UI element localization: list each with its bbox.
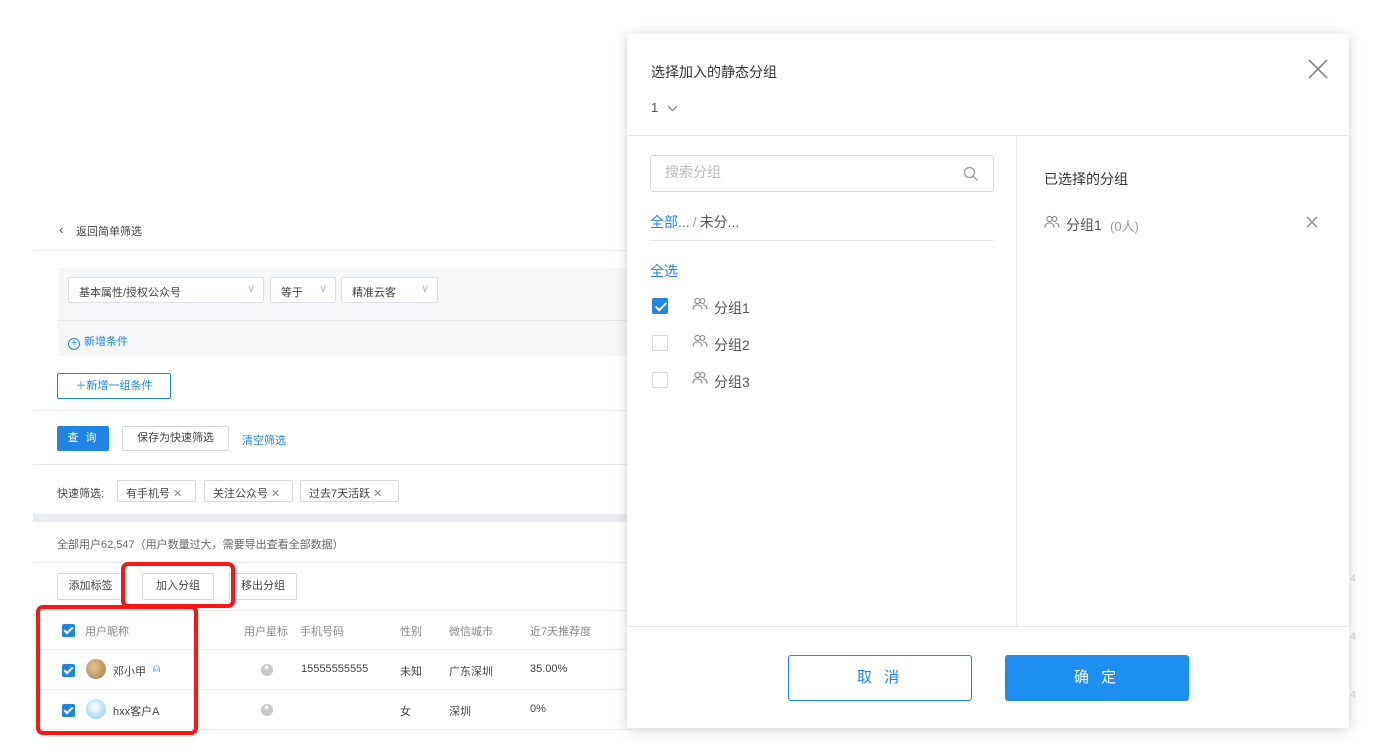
user-recommend: 35.00% [530,663,568,675]
edge-fragment: 4 [1350,573,1357,585]
divider [627,626,1349,627]
clear-filter-link[interactable]: 清空筛选 [242,432,286,448]
edge-fragment: 4 [1350,631,1357,643]
field-select[interactable]: 基本属性/授权公众号 ∨ [68,277,264,303]
group-icon [692,371,708,388]
add-condition-link[interactable]: + 新增条件 [68,333,128,350]
confirm-button[interactable]: 确 定 [1005,655,1189,701]
user-recommend: 0% [530,703,546,715]
add-condition-label: 新增条件 [84,336,128,348]
back-to-simple-filter[interactable]: ‹ 返回简单筛选 [33,210,633,251]
group-option[interactable]: 分组2 [650,332,990,356]
quick-tag[interactable]: 过去7天活跃 ✕ [300,480,399,502]
quick-filter-label: 快速筛选: [57,488,105,500]
close-icon[interactable]: ✕ [173,488,182,500]
group-checkbox[interactable] [652,298,668,314]
chevron-down-icon [667,105,678,112]
operator-select[interactable]: 等于 ∨ [270,277,336,303]
operator-select-value: 等于 [281,287,303,299]
modal-subtitle-dropdown[interactable]: 1 [651,100,678,115]
chevron-down-icon: ∨ [318,283,327,295]
breadcrumb-root[interactable]: 全部... [650,214,690,230]
chevron-down-icon: ∨ [420,283,429,295]
user-gender: 女 [400,706,411,718]
user-phone: 15555555555 [301,663,369,675]
close-icon[interactable]: ✕ [373,488,382,500]
section-separator [33,514,633,522]
remove-group-button[interactable]: 移出分组 [229,573,297,600]
condition-group: 基本属性/授权公众号 ∨ 等于 ∨ 精准云客 ∨ + 新增条件 [58,268,633,356]
group-icon [692,334,708,351]
add-condition-group-label: 新增一组条件 [86,380,153,392]
value-select[interactable]: 精准云客 ∨ [341,277,438,303]
save-quick-filter-button[interactable]: 保存为快速筛选 [122,426,229,451]
star-icon[interactable] [261,703,273,716]
group-icon [1044,215,1060,232]
group-checkbox[interactable] [652,335,668,351]
edge-fragment: 4 [1350,689,1357,701]
column-header: 微信城市 [449,626,493,638]
back-label: 返回简单筛选 [76,226,142,238]
total-users-text: 全部用户62,547（用户数量过大，需要导出查看全部数据） [57,539,344,551]
group-name: 分组3 [714,374,750,390]
group-search-input[interactable] [665,164,955,180]
close-icon[interactable]: ✕ [271,488,280,500]
cancel-button[interactable]: 取 消 [788,655,972,701]
value-select-value: 精准云客 [352,287,396,299]
selected-group-count: (0人) [1110,219,1139,234]
divider [33,410,633,411]
search-icon[interactable] [963,166,979,182]
highlight-selected-rows [36,605,198,735]
group-select-modal: 选择加入的静态分组 1 全部.../未分... 全选 分组1 分组2 [627,34,1349,728]
highlight-join-group [121,562,235,608]
group-option[interactable]: 分组1 [650,295,990,319]
group-search-box[interactable] [650,155,994,192]
user-city: 深圳 [449,706,471,718]
modal-subtitle-value: 1 [651,100,659,115]
query-button[interactable]: 查 询 [57,426,109,451]
selected-groups-title: 已选择的分组 [1044,171,1128,187]
column-header: 用户星标 [244,626,288,638]
group-option[interactable]: 分组3 [650,369,990,393]
star-icon[interactable] [261,663,273,676]
quick-tag-label: 有手机号 [126,488,170,500]
add-condition-group-button[interactable]: ＋新增一组条件 [57,373,171,399]
add-tag-button[interactable]: 添加标签 [57,573,124,600]
quick-tag[interactable]: 关注公众号 ✕ [204,480,293,502]
chevron-left-icon: ‹ [59,221,64,237]
column-header: 手机号码 [300,626,344,638]
quick-tag[interactable]: 有手机号 ✕ [117,480,196,502]
divider [33,464,633,465]
divider [58,320,633,321]
user-gender: 未知 [400,666,422,678]
divider [627,135,1349,136]
group-checkbox[interactable] [652,372,668,388]
group-icon [692,297,708,314]
quick-tag-label: 过去7天活跃 [309,488,371,500]
divider [650,240,994,241]
group-name: 分组2 [714,337,750,353]
breadcrumb-current: 未分... [699,214,740,230]
plus-icon: ＋ [75,380,87,392]
column-header: 近7天推荐度 [530,626,592,638]
close-icon[interactable] [1303,213,1321,231]
chevron-down-icon: ∨ [246,283,255,295]
divider [1016,136,1017,626]
user-city: 广东深圳 [449,666,493,678]
close-icon[interactable] [1302,53,1334,85]
plus-circle-icon: + [68,338,80,350]
modal-title: 选择加入的静态分组 [651,64,777,80]
select-all-link[interactable]: 全选 [650,261,678,281]
breadcrumb: 全部... / 未分... [650,212,739,232]
group-name: 分组1 [714,300,750,316]
breadcrumb-separator: / [692,214,697,230]
column-header: 性别 [400,626,422,638]
field-select-value: 基本属性/授权公众号 [79,287,182,299]
selected-group-name: 分组1 [1066,217,1102,233]
quick-tag-label: 关注公众号 [213,488,268,500]
